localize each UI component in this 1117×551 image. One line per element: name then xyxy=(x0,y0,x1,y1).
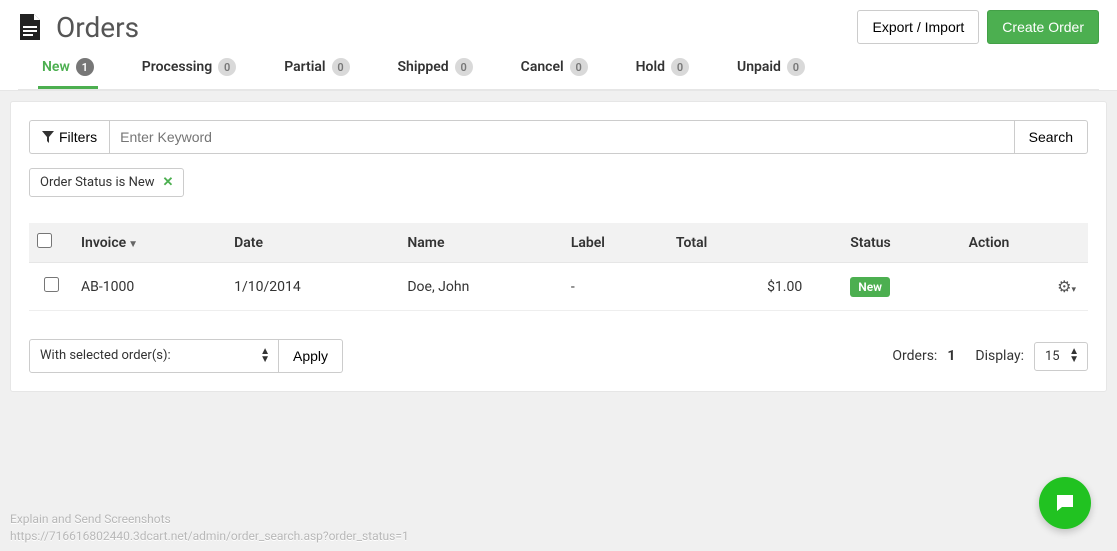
col-label[interactable]: Label xyxy=(563,223,668,263)
status-tabs: New 1 Processing 0 Partial 0 Shipped 0 C… xyxy=(18,58,1099,90)
col-action: Action xyxy=(961,223,1088,263)
filters-button[interactable]: Filters xyxy=(29,120,109,154)
table-footer: With selected order(s): ▲▼ Apply Orders:… xyxy=(29,339,1088,373)
cell-name: Doe, John xyxy=(399,263,562,311)
search-row: Filters Search xyxy=(29,120,1088,154)
table-header-row: Invoice▼ Date Name Label Total Status Ac… xyxy=(29,223,1088,263)
tab-label: Cancel xyxy=(521,59,564,75)
cell-invoice: AB-1000 xyxy=(73,263,226,311)
col-total[interactable]: Total xyxy=(668,223,842,263)
sort-desc-icon: ▼ xyxy=(128,239,138,250)
col-status[interactable]: Status xyxy=(842,223,960,263)
table-row: AB-1000 1/10/2014 Doe, John - $1.00 New … xyxy=(29,263,1088,311)
display-select[interactable]: 15 ▲▼ xyxy=(1034,342,1088,371)
cell-action: ⚙▾ xyxy=(961,263,1088,311)
bulk-select-label: With selected order(s): xyxy=(40,348,171,363)
header-top: Orders Export / Import Create Order xyxy=(18,10,1099,58)
tab-label: Processing xyxy=(142,59,212,75)
bulk-action-group: With selected order(s): ▲▼ Apply xyxy=(29,339,343,373)
footer-line1: Explain and Send Screenshots xyxy=(10,511,409,528)
pagination-info: Orders: 1 Display: 15 ▲▼ xyxy=(892,342,1088,371)
header-left: Orders xyxy=(18,11,139,44)
tab-label: Hold xyxy=(636,59,665,75)
chevron-updown-icon: ▲▼ xyxy=(1069,348,1079,364)
tab-cancel[interactable]: Cancel 0 xyxy=(517,58,592,89)
display-label: Display: xyxy=(975,348,1024,364)
bulk-action-select[interactable]: With selected order(s): ▲▼ xyxy=(29,339,279,373)
select-all-checkbox[interactable] xyxy=(37,233,52,248)
tab-count: 0 xyxy=(671,58,689,76)
apply-button[interactable]: Apply xyxy=(279,339,343,373)
tab-label: Shipped xyxy=(398,59,449,75)
tab-new[interactable]: New 1 xyxy=(38,58,98,89)
page-title: Orders xyxy=(56,11,139,44)
tab-count: 1 xyxy=(76,58,94,76)
tab-count: 0 xyxy=(570,58,588,76)
tab-label: Unpaid xyxy=(737,59,781,75)
search-button[interactable]: Search xyxy=(1014,120,1088,154)
display-value: 15 xyxy=(1045,349,1060,364)
filters-button-label: Filters xyxy=(59,129,97,145)
chat-fab[interactable] xyxy=(1039,477,1091,529)
cell-total: $1.00 xyxy=(668,263,842,311)
row-select-cell xyxy=(29,263,73,311)
tab-count: 0 xyxy=(218,58,236,76)
chevron-updown-icon: ▲▼ xyxy=(260,348,270,364)
orders-label: Orders: xyxy=(892,348,937,364)
gear-icon[interactable]: ⚙▾ xyxy=(1057,277,1076,296)
tab-shipped[interactable]: Shipped 0 xyxy=(394,58,477,89)
filter-tag: Order Status is New ✕ xyxy=(29,168,184,197)
filter-tag-label: Order Status is New xyxy=(40,175,155,190)
search-input[interactable] xyxy=(109,120,1014,154)
tab-processing[interactable]: Processing 0 xyxy=(138,58,240,89)
tab-partial[interactable]: Partial 0 xyxy=(280,58,353,89)
export-import-button[interactable]: Export / Import xyxy=(857,10,979,44)
col-invoice[interactable]: Invoice▼ xyxy=(73,223,226,263)
filter-icon xyxy=(42,131,54,143)
page-header: Orders Export / Import Create Order New … xyxy=(0,0,1117,91)
cell-date: 1/10/2014 xyxy=(226,263,399,311)
close-icon[interactable]: ✕ xyxy=(163,175,174,190)
cell-status: New xyxy=(842,263,960,311)
orders-count: 1 xyxy=(947,348,955,364)
select-all-header xyxy=(29,223,73,263)
tab-count: 0 xyxy=(455,58,473,76)
tab-label: New xyxy=(42,59,70,75)
content-panel: Filters Search Order Status is New ✕ Inv… xyxy=(10,101,1107,392)
tab-count: 0 xyxy=(787,58,805,76)
tab-label: Partial xyxy=(284,59,325,75)
tab-unpaid[interactable]: Unpaid 0 xyxy=(733,58,809,89)
orders-table: Invoice▼ Date Name Label Total Status Ac… xyxy=(29,223,1088,311)
col-date[interactable]: Date xyxy=(226,223,399,263)
active-filters: Order Status is New ✕ xyxy=(29,168,1088,197)
tab-hold[interactable]: Hold 0 xyxy=(632,58,693,89)
header-actions: Export / Import Create Order xyxy=(857,10,1099,44)
cell-label: - xyxy=(563,263,668,311)
chat-icon xyxy=(1053,491,1077,515)
tab-count: 0 xyxy=(332,58,350,76)
footer-line2: https://716616802440.3dcart.net/admin/or… xyxy=(10,528,409,545)
document-icon xyxy=(18,14,42,40)
row-checkbox[interactable] xyxy=(44,277,59,292)
create-order-button[interactable]: Create Order xyxy=(987,10,1099,44)
footer-watermark: Explain and Send Screenshots https://716… xyxy=(10,511,409,545)
status-badge: New xyxy=(850,277,890,297)
col-name[interactable]: Name xyxy=(399,223,562,263)
